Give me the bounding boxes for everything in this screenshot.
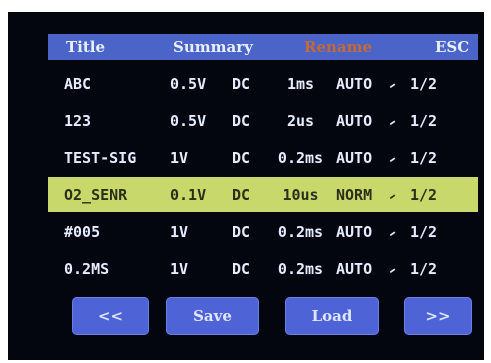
header-bar: Title Summary Rename ESC xyxy=(48,34,478,60)
record-page: 1/2 xyxy=(410,186,438,204)
record-coupling: DC xyxy=(232,223,251,241)
record-coupling: DC xyxy=(232,186,251,204)
table-row-selected[interactable]: O2_SENR 0.1V DC 10us NORM ⹝ 1/2 xyxy=(48,177,478,212)
trigger-edge-icon: ⹝ xyxy=(390,224,396,242)
oscilloscope-screen: Title Summary Rename ESC ABC 0.5V DC 1ms AUT… xyxy=(8,12,484,360)
trigger-edge-icon: ⹝ xyxy=(390,150,396,168)
record-name: ABC xyxy=(64,75,92,93)
esc-button[interactable]: ESC xyxy=(435,38,469,56)
record-trigger-mode: AUTO xyxy=(336,223,373,241)
record-trigger-mode: AUTO xyxy=(336,112,373,130)
record-coupling: DC xyxy=(232,260,251,278)
table-row[interactable]: TEST-SIG 1V DC 0.2ms AUTO ⹝ 1/2 xyxy=(48,140,478,175)
trigger-edge-icon: ⹝ xyxy=(390,261,396,279)
trigger-edge-icon: ⹝ xyxy=(390,113,396,131)
record-voltage: 1V xyxy=(170,260,189,278)
next-page-button[interactable]: >> xyxy=(404,297,472,335)
record-coupling: DC xyxy=(232,75,251,93)
record-timebase: 0.2ms xyxy=(277,223,324,241)
record-name: TEST-SIG xyxy=(64,149,137,167)
trigger-edge-icon: ⹝ xyxy=(390,76,396,94)
record-list: ABC 0.5V DC 1ms AUTO ⹝ 1/2 123 0.5V DC 2us AUTO ⹝ 1/2… xyxy=(48,66,478,288)
record-trigger-mode: AUTO xyxy=(336,149,373,167)
record-timebase: 10us xyxy=(282,186,319,204)
record-name: #005 xyxy=(64,223,101,241)
record-trigger-mode: AUTO xyxy=(336,260,373,278)
device-bezel: Title Summary Rename ESC ABC 0.5V DC 1ms AUT… xyxy=(0,0,491,363)
trigger-edge-icon: ⹝ xyxy=(390,187,396,205)
header-rename[interactable]: Rename xyxy=(304,38,372,56)
record-trigger-mode: NORM xyxy=(336,186,373,204)
previous-page-button[interactable]: << xyxy=(72,297,149,335)
record-page: 1/2 xyxy=(410,149,438,167)
record-name: 123 xyxy=(64,112,92,130)
record-timebase: 1ms xyxy=(286,75,315,93)
record-timebase: 0.2ms xyxy=(277,260,324,278)
record-voltage: 0.5V xyxy=(170,75,207,93)
table-row[interactable]: 123 0.5V DC 2us AUTO ⹝ 1/2 xyxy=(48,103,478,138)
record-voltage: 1V xyxy=(170,223,189,241)
header-summary[interactable]: Summary xyxy=(173,38,253,56)
save-button[interactable]: Save xyxy=(166,297,259,335)
record-page: 1/2 xyxy=(410,223,438,241)
record-name: O2_SENR xyxy=(64,186,128,204)
record-timebase: 0.2ms xyxy=(277,149,324,167)
table-row[interactable]: 0.2MS 1V DC 0.2ms AUTO ⹝ 1/2 xyxy=(48,251,478,286)
record-coupling: DC xyxy=(232,149,251,167)
record-coupling: DC xyxy=(232,112,251,130)
header-title[interactable]: Title xyxy=(66,38,105,56)
load-button[interactable]: Load xyxy=(285,297,379,335)
record-voltage: 1V xyxy=(170,149,189,167)
record-voltage: 0.5V xyxy=(170,112,207,130)
record-trigger-mode: AUTO xyxy=(336,75,373,93)
table-row[interactable]: ABC 0.5V DC 1ms AUTO ⹝ 1/2 xyxy=(48,66,478,101)
record-page: 1/2 xyxy=(410,260,438,278)
record-name: 0.2MS xyxy=(64,260,110,278)
record-voltage: 0.1V xyxy=(170,186,207,204)
record-page: 1/2 xyxy=(410,112,438,130)
record-page: 1/2 xyxy=(410,75,438,93)
table-row[interactable]: #005 1V DC 0.2ms AUTO ⹝ 1/2 xyxy=(48,214,478,249)
record-timebase: 2us xyxy=(286,112,315,130)
